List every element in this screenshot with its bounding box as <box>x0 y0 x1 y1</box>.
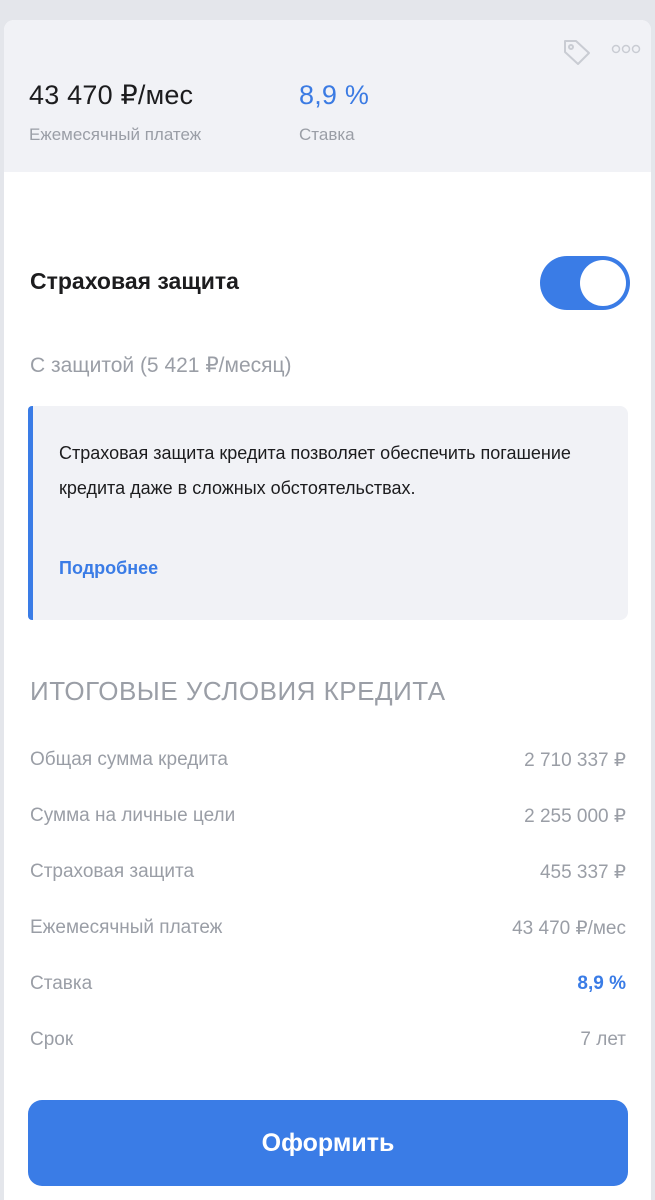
rate-value: 8,9 % <box>299 80 370 110</box>
monthly-payment-value: 43 470 ₽/мес <box>29 80 194 110</box>
term-row: Ежемесячный платеж 43 470 ₽/мес <box>30 900 626 956</box>
term-row: Страховая защита 455 337 ₽ <box>30 844 626 900</box>
term-value: 43 470 ₽/мес <box>512 917 626 939</box>
term-label: Ставка <box>30 973 93 994</box>
term-row: Ставка 8,9 % <box>30 956 626 1012</box>
term-label: Срок <box>30 1029 74 1050</box>
insurance-toggle[interactable] <box>540 256 630 310</box>
term-label: Страховая защита <box>30 861 195 882</box>
term-value-rate: 8,9 % <box>577 973 626 994</box>
more-dots-icon[interactable] <box>611 42 641 56</box>
term-label: Ежемесячный платеж <box>30 917 223 938</box>
insurance-subtitle: С защитой (5 421 ₽/месяц) <box>30 354 292 377</box>
term-value: 455 337 ₽ <box>539 861 626 883</box>
rate-label: Ставка <box>299 125 355 144</box>
insurance-info-text: Страховая защита кредита позволяет обесп… <box>59 443 571 498</box>
terms-heading: ИТОГОВЫЕ УСЛОВИЯ КРЕДИТА <box>30 676 446 706</box>
rate-block: 8,9 % Ставка <box>299 80 369 145</box>
tag-icon[interactable] <box>561 36 593 68</box>
term-value: 2 710 337 ₽ <box>524 749 626 771</box>
insurance-info-box: Страховая защита кредита позволяет обесп… <box>28 406 628 620</box>
term-value: 7 лет <box>580 1029 626 1050</box>
monthly-payment-label: Ежемесячный платеж <box>29 125 202 144</box>
submit-button[interactable]: Оформить <box>28 1100 628 1186</box>
monthly-payment-block: 43 470 ₽/мес Ежемесячный платеж <box>29 80 201 145</box>
term-label: Общая сумма кредита <box>30 749 228 770</box>
terms-list: Общая сумма кредита 2 710 337 ₽ Сумма на… <box>30 732 626 1068</box>
insurance-title: Страховая защита <box>30 268 239 294</box>
term-value: 2 255 000 ₽ <box>524 805 626 827</box>
term-row: Сумма на личные цели 2 255 000 ₽ <box>30 788 626 844</box>
term-row: Общая сумма кредита 2 710 337 ₽ <box>30 732 626 788</box>
more-info-link[interactable]: Подробнее <box>59 558 158 579</box>
toggle-knob <box>580 260 626 306</box>
term-label: Сумма на личные цели <box>30 805 236 826</box>
payment-summary-header: 43 470 ₽/мес Ежемесячный платеж 8,9 % Ст… <box>4 20 651 172</box>
loan-card: 43 470 ₽/мес Ежемесячный платеж 8,9 % Ст… <box>4 20 651 1200</box>
term-row: Срок 7 лет <box>30 1012 626 1068</box>
